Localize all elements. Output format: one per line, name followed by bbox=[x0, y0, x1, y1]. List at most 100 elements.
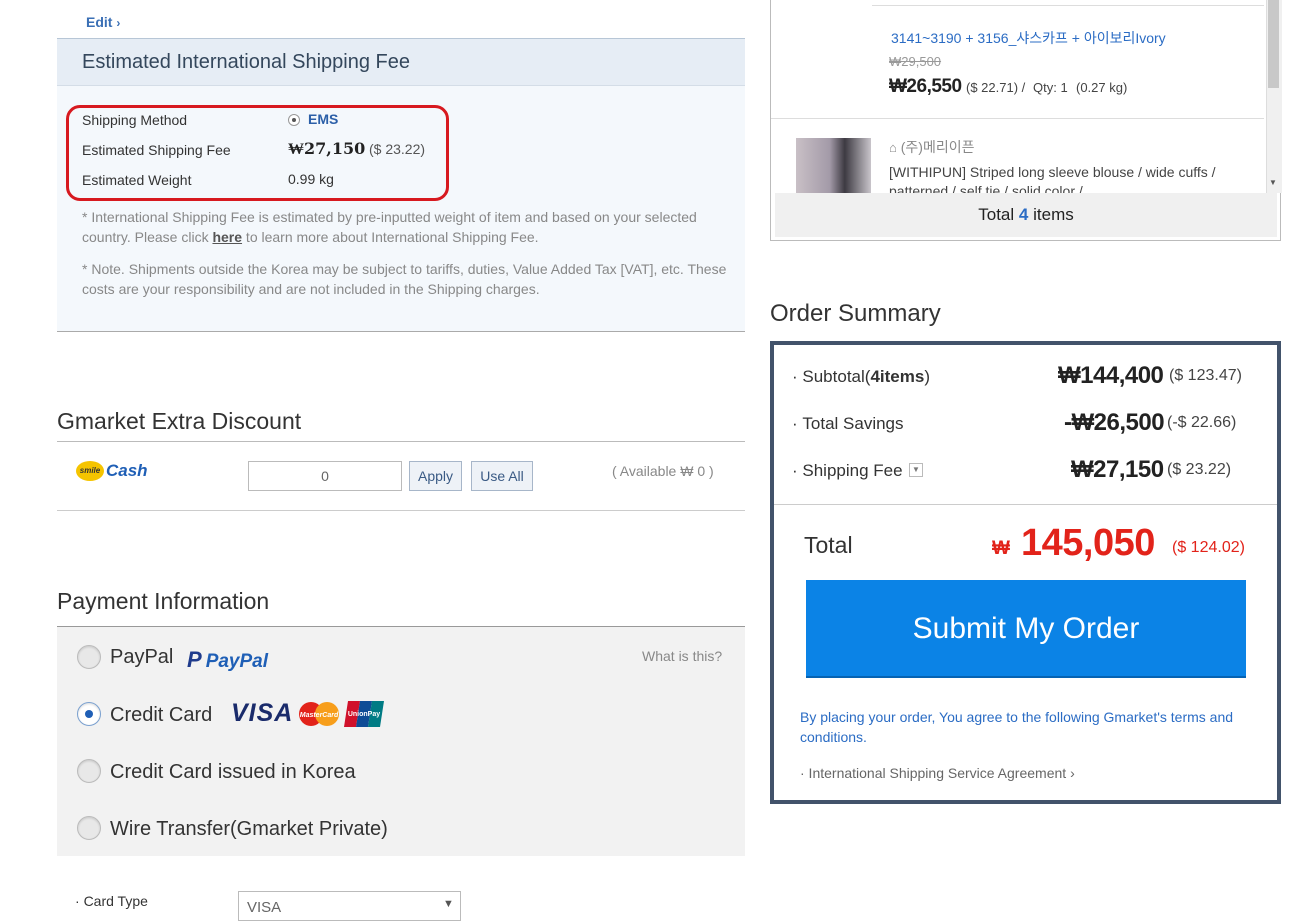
item-price: ₩26,550 bbox=[889, 76, 962, 97]
cash-logo-text: Cash bbox=[106, 461, 148, 480]
shipping-weight-label: Estimated Weight bbox=[82, 172, 192, 188]
what-is-this-link[interactable]: What is this? bbox=[642, 648, 722, 664]
card-type-value: VISA bbox=[247, 899, 282, 916]
scrollbar-thumb[interactable] bbox=[1268, 0, 1279, 88]
credit-card-radio[interactable] bbox=[77, 702, 101, 726]
ems-radio[interactable] bbox=[288, 114, 300, 126]
use-all-button[interactable]: Use All bbox=[471, 461, 533, 491]
shipping-method-label: Shipping Method bbox=[82, 112, 188, 128]
subtotal-close: ) bbox=[924, 367, 930, 386]
shipping-fee-summary-label: · Shipping Fee bbox=[792, 461, 903, 480]
chevron-right-icon: › bbox=[116, 16, 121, 30]
savings-label: · Total Savings bbox=[792, 414, 904, 433]
edit-link[interactable]: Edit › bbox=[86, 14, 120, 30]
subtotal-label: · Subtotal(4items) bbox=[792, 367, 930, 386]
total-currency: ₩ bbox=[992, 538, 1010, 559]
shipping-fee-note: * International Shipping Fee is estimate… bbox=[82, 207, 732, 247]
product-thumbnail[interactable] bbox=[796, 138, 871, 194]
tax-note: * Note. Shipments outside the Korea may … bbox=[82, 261, 727, 297]
divider bbox=[872, 5, 1264, 6]
edit-label: Edit bbox=[86, 14, 113, 30]
item-original-price: ₩29,500 bbox=[889, 54, 942, 69]
divider bbox=[771, 118, 1264, 119]
seller-row[interactable]: ⌂ (주)메리이픈 bbox=[889, 137, 974, 157]
smile-badge: smile bbox=[76, 461, 104, 481]
savings-label-text: Total Savings bbox=[802, 414, 904, 433]
subtotal-label-text: Subtotal( bbox=[802, 367, 871, 386]
divider bbox=[774, 504, 1277, 505]
wire-transfer-label: Wire Transfer(Gmarket Private) bbox=[110, 818, 388, 840]
shipping-weight-value: 0.99 kg bbox=[288, 171, 334, 187]
unionpay-logo: UnionPay bbox=[344, 701, 384, 727]
item-weight: (0.27 kg) bbox=[1076, 80, 1128, 95]
shipping-fee-value: ₩27,150 bbox=[288, 139, 366, 158]
savings-usd: (-$ 22.66) bbox=[1167, 414, 1237, 431]
terms-text: By placing your order, You agree to the … bbox=[800, 709, 1234, 745]
mastercard-logo: MasterCard bbox=[297, 701, 341, 727]
paypal-logo: P PayPal bbox=[187, 647, 268, 673]
total-items-suffix: items bbox=[1033, 205, 1074, 224]
agreement-link[interactable]: · International Shipping Service Agreeme… bbox=[800, 765, 1075, 781]
order-summary-title: Order Summary bbox=[770, 300, 941, 327]
mastercard-icon: MasterCard bbox=[299, 702, 339, 726]
shipping-fee-summary-usd: ($ 23.22) bbox=[1167, 461, 1232, 478]
card-type-select[interactable]: VISA ▼ bbox=[238, 891, 461, 921]
divider bbox=[57, 441, 745, 442]
payment-title: Payment Information bbox=[57, 588, 270, 614]
submit-order-button[interactable]: Submit My Order bbox=[806, 580, 1246, 678]
chevron-right-icon: › bbox=[1070, 765, 1075, 781]
shipping-panel-title: Estimated International Shipping Fee bbox=[82, 51, 410, 73]
cart-total-items: Total 4 items bbox=[775, 193, 1277, 237]
wire-transfer-radio[interactable] bbox=[77, 816, 101, 840]
chevron-down-icon: ▼ bbox=[912, 465, 920, 474]
apply-button[interactable]: Apply bbox=[409, 461, 462, 491]
card-type-label: · Card Type bbox=[75, 893, 148, 909]
available-cash: ( Available ₩ 0 ) bbox=[612, 463, 714, 479]
scroll-down-icon[interactable]: ▼ bbox=[1269, 178, 1277, 187]
smile-cash-input[interactable]: 0 bbox=[248, 461, 402, 491]
visa-logo: VISA bbox=[231, 699, 294, 727]
shipping-method-value: EMS bbox=[308, 111, 339, 127]
unionpay-text: UnionPay bbox=[348, 711, 380, 718]
subtotal-usd: ($ 123.47) bbox=[1169, 367, 1242, 384]
paypal-label: PayPal bbox=[110, 646, 174, 668]
shipping-fee-label: Estimated Shipping Fee bbox=[82, 142, 231, 158]
paypal-p-icon: P bbox=[187, 647, 202, 672]
total-label: Total bbox=[804, 532, 853, 558]
extra-discount-title: Gmarket Extra Discount bbox=[57, 408, 302, 434]
shipping-panel-header: Estimated International Shipping Fee bbox=[57, 39, 745, 86]
total-usd: ($ 124.02) bbox=[1172, 539, 1245, 556]
shipping-estimate-panel: Estimated International Shipping Fee Shi… bbox=[57, 38, 745, 332]
divider bbox=[57, 510, 745, 511]
item-name[interactable]: [WITHIPUN] Striped long sleeve blouse / … bbox=[889, 163, 1239, 193]
paypal-logo-text: PayPal bbox=[205, 651, 269, 672]
shipping-fee-summary-amount: ₩27,150 bbox=[1071, 456, 1164, 483]
mastercard-text: MasterCard bbox=[300, 712, 339, 719]
total-amount: 145,050 bbox=[1021, 522, 1155, 564]
home-icon: ⌂ bbox=[889, 140, 897, 155]
unionpay-icon: UnionPay bbox=[344, 701, 384, 727]
total-items-count: 4 bbox=[1018, 205, 1029, 224]
item-qty: Qty: 1 bbox=[1033, 80, 1068, 95]
credit-card-label: Credit Card bbox=[110, 704, 213, 726]
seller-name: (주)메리이픈 bbox=[900, 139, 975, 155]
shipping-fee-usd: ($ 23.22) bbox=[369, 141, 426, 157]
smile-cash-logo: smile Cash bbox=[76, 461, 148, 481]
payment-options-panel: PayPal P PayPal What is this? Credit Card… bbox=[57, 627, 745, 856]
expand-fee-toggle[interactable]: ▼ bbox=[909, 463, 923, 477]
card-type-text: Card Type bbox=[83, 893, 148, 909]
agreement-label: · International Shipping Service Agreeme… bbox=[800, 765, 1067, 781]
total-items-prefix: Total bbox=[978, 205, 1015, 224]
shipping-fee-summary-text: Shipping Fee bbox=[802, 461, 903, 480]
here-link[interactable]: here bbox=[212, 229, 242, 245]
chevron-down-icon: ▼ bbox=[443, 898, 454, 910]
item-option: 3141~3190 + 3156_샤스카프 + 아이보리Ivory bbox=[891, 30, 1166, 46]
korea-card-label: Credit Card issued in Korea bbox=[110, 761, 356, 783]
korea-card-radio[interactable] bbox=[77, 759, 101, 783]
item-price-usd: ($ 22.71) / bbox=[966, 80, 1026, 95]
savings-amount: -₩26,500 bbox=[1064, 409, 1165, 436]
subtotal-amount: ₩144,400 bbox=[1058, 362, 1164, 389]
note-text-end: to learn more about International Shippi… bbox=[242, 229, 539, 245]
paypal-radio[interactable] bbox=[77, 645, 101, 669]
subtotal-count: 4items bbox=[870, 367, 925, 386]
